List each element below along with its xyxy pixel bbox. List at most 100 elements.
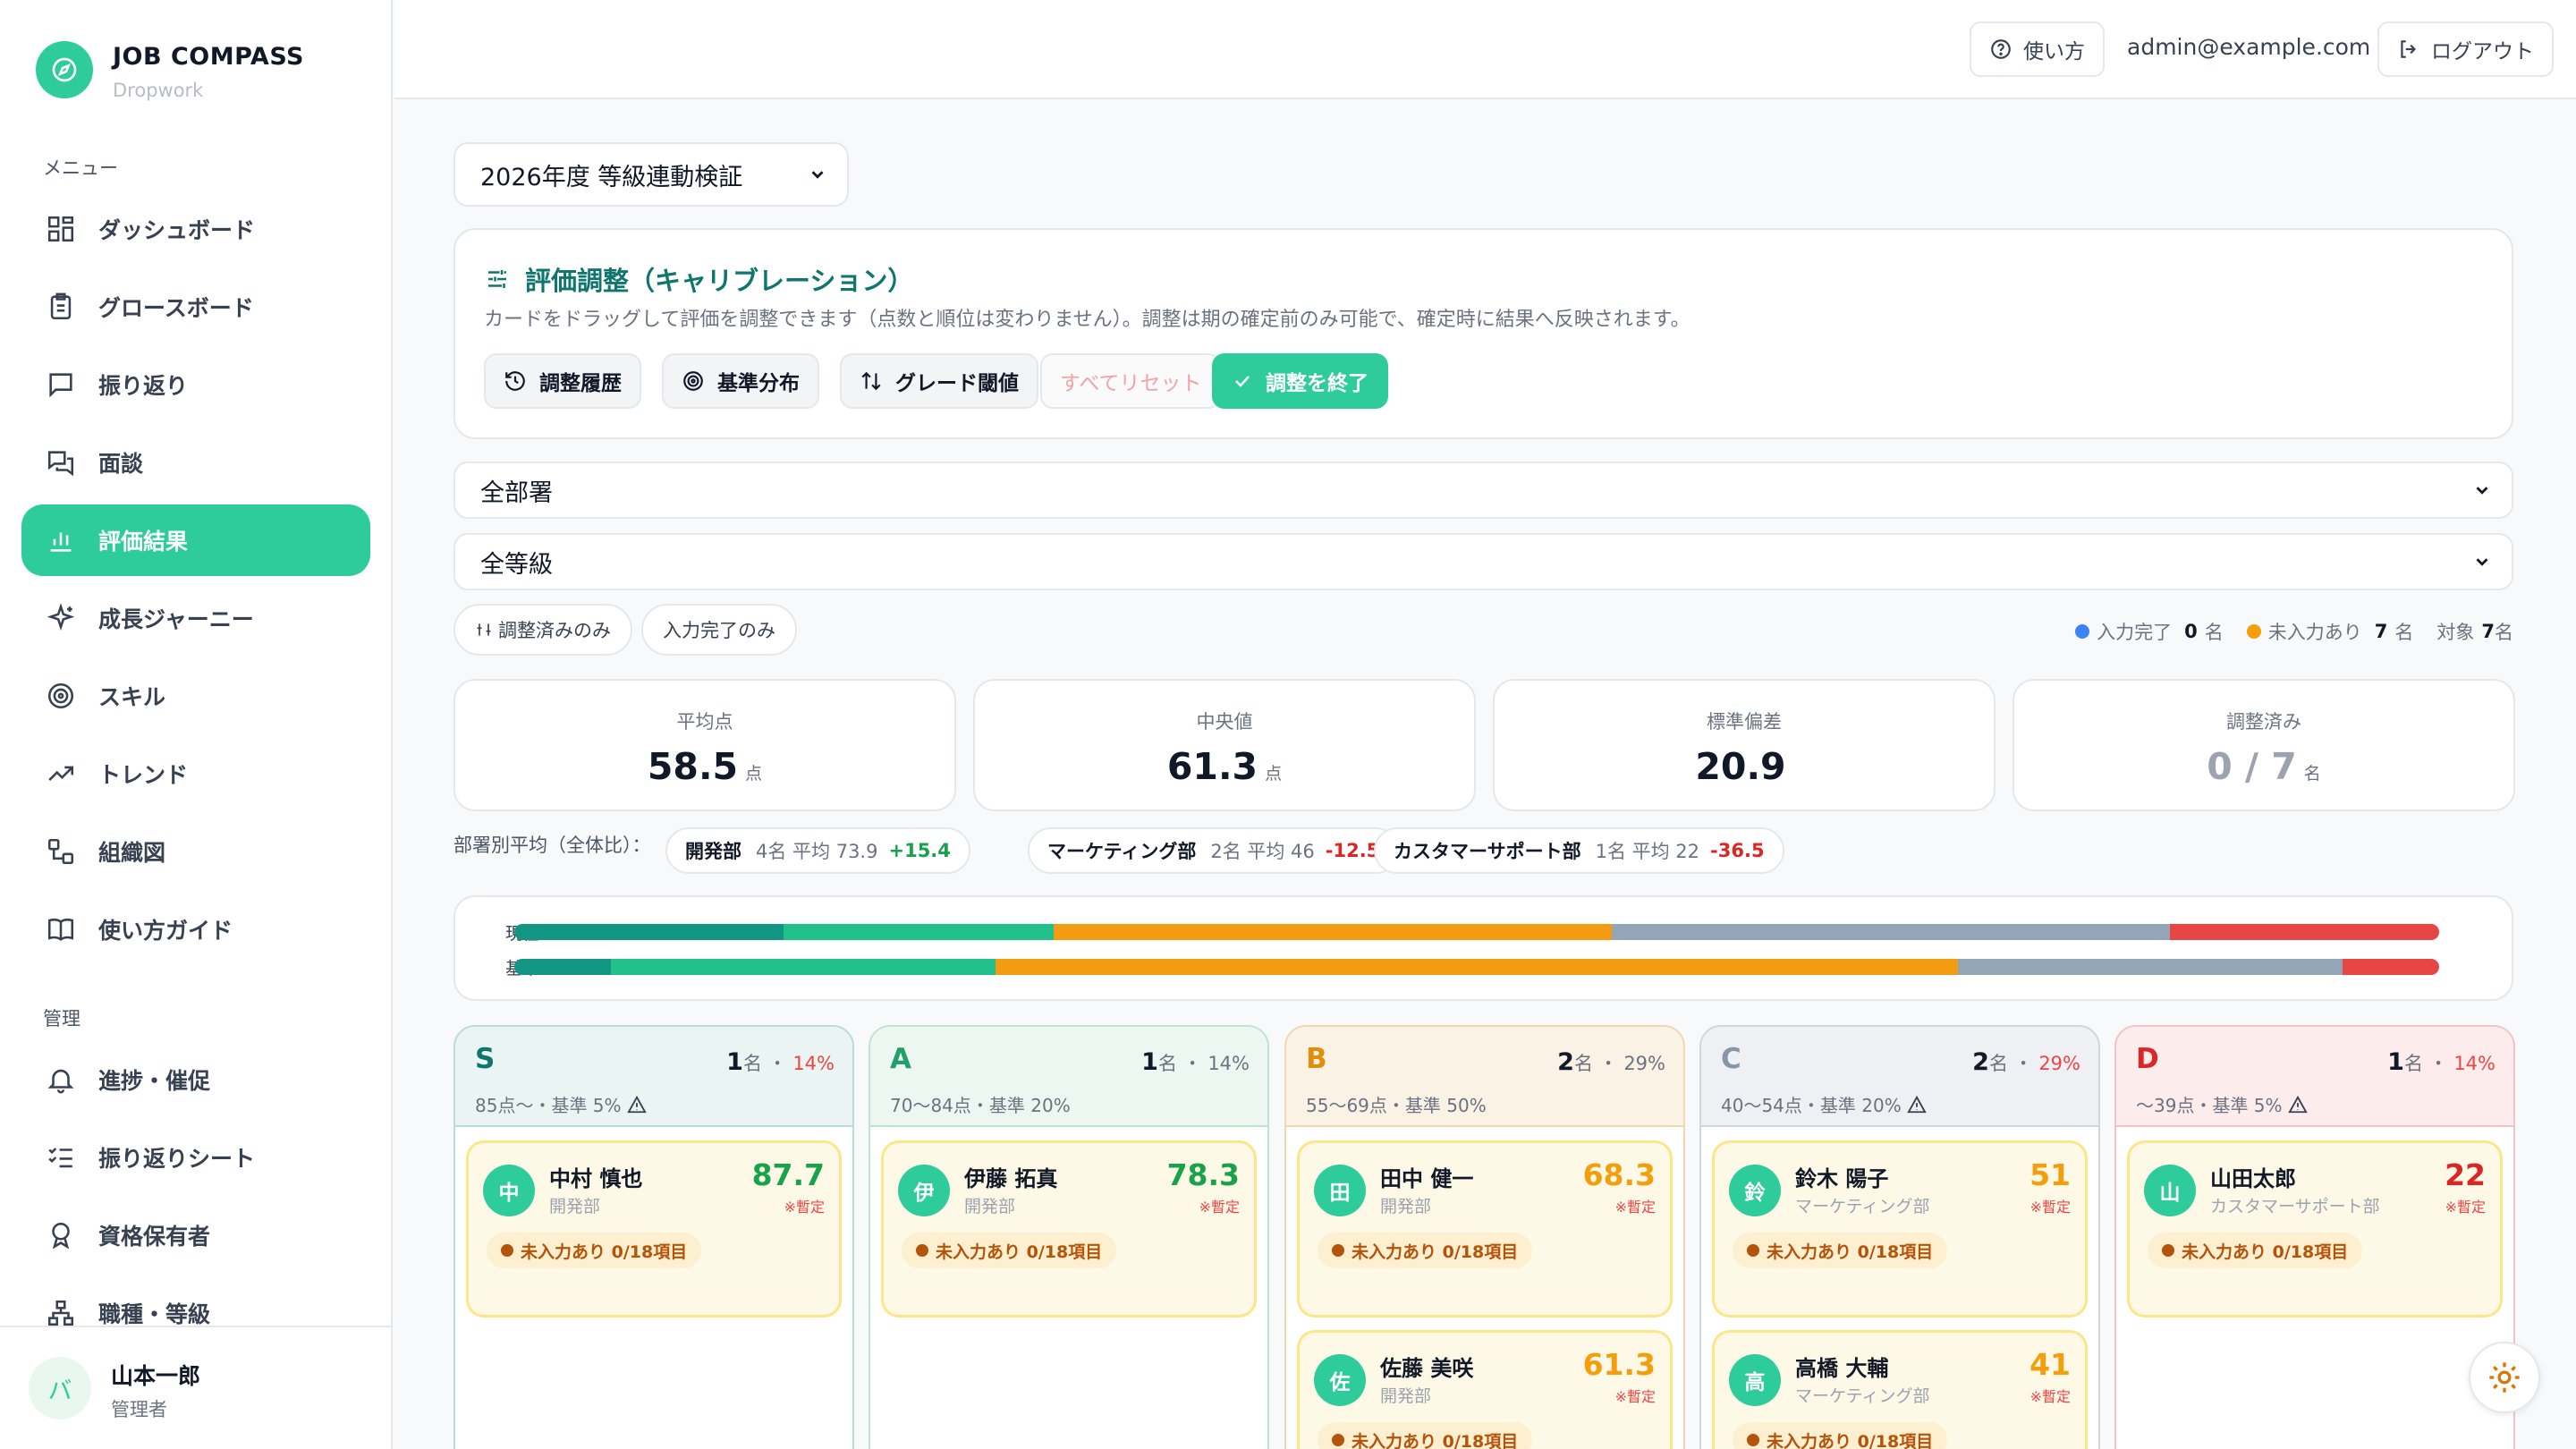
distribution-segment — [514, 924, 784, 940]
avatar: バ — [29, 1357, 91, 1419]
incomplete-badge: 未入力あり 0/18項目 — [487, 1233, 702, 1268]
sidebar-item-clipboard[interactable]: グロースボード — [21, 271, 370, 343]
adjusted-only-toggle[interactable]: 調整済みのみ — [453, 604, 632, 656]
complete-only-toggle[interactable]: 入力完了のみ — [641, 604, 797, 656]
stat-value: 20.9 — [1495, 745, 1994, 788]
threshold-button[interactable]: グレード閾値 — [840, 353, 1038, 409]
bell-icon — [43, 1062, 79, 1097]
employee-avatar: 鈴 — [1729, 1165, 1781, 1216]
finish-adjustment-button[interactable]: 調整を終了 — [1212, 353, 1388, 409]
employee-dept: 開発部 — [1380, 1197, 1432, 1216]
stat-value: 0 / 7 名 — [2014, 745, 2513, 788]
user-name: 山本一郎 — [111, 1363, 201, 1389]
user-role: 管理者 — [111, 1399, 167, 1420]
grade-count-unit: 名 — [1988, 1053, 2008, 1074]
sidebar-item-message[interactable]: 振り返り — [21, 349, 370, 420]
employee-card[interactable]: 中 中村 慎也 開発部 87.7 ※暫定 未入力あり 0/18項目 — [466, 1140, 842, 1318]
sidebar-item-org[interactable]: 組織図 — [21, 816, 370, 887]
sidebar-item-chat[interactable]: 面談 — [21, 427, 370, 498]
status-dot — [916, 1244, 928, 1257]
checklist-icon — [43, 1140, 79, 1175]
brand[interactable]: JOB COMPASS Dropwork — [36, 41, 304, 101]
employee-card[interactable]: 伊 伊藤 拓真 開発部 78.3 ※暫定 未入力あり 0/18項目 — [881, 1140, 1257, 1318]
employee-score: 87.7 — [751, 1157, 825, 1192]
brand-subtitle: Dropwork — [113, 80, 204, 101]
sidebar-item-label: 職種・等級 — [98, 1301, 211, 1327]
bar-chart-icon — [43, 522, 79, 558]
employee-card[interactable]: 佐 佐藤 美咲 開発部 61.3 ※暫定 未入力あり 0/18項目 — [1297, 1330, 1673, 1449]
grade-column-a[interactable]: A 1名 ・ 14% 70〜84点・基準 20% 伊 伊藤 拓真 開発部 78.… — [869, 1025, 1269, 1449]
grade-filter[interactable]: 全等級 — [453, 533, 2513, 590]
sidebar-item-target[interactable]: スキル — [21, 660, 370, 732]
grade-percent: 14% — [792, 1053, 835, 1074]
period-select[interactable]: 2026年度 等級連動検証 — [453, 142, 849, 207]
employee-card[interactable]: 高 高橋 大輔 マーケティング部 41 ※暫定 未入力あり 0/18項目 — [1712, 1330, 2088, 1449]
status-dot — [2162, 1244, 2174, 1257]
employee-score: 51 — [2029, 1157, 2071, 1192]
trend-icon — [43, 756, 79, 792]
logout-button[interactable]: ログアウト — [2377, 21, 2554, 77]
complete-dot — [2075, 624, 2090, 639]
stat-unit: 点 — [1265, 764, 1283, 784]
status-dot — [1747, 1244, 1759, 1257]
employee-card[interactable]: 山 山田太郎 カスタマーサポート部 22 ※暫定 未入力あり 0/18項目 — [2127, 1140, 2503, 1318]
message-icon — [43, 367, 79, 402]
grade-column-s[interactable]: S 1名 ・ 14% 85点〜・基準 5% 中 中村 慎也 開発部 87.7 ※… — [453, 1025, 854, 1449]
legend-unit: 名 — [2495, 622, 2513, 643]
grade-column-d[interactable]: D 1名 ・ 14% 〜39点・基準 5% 山 山田太郎 カスタマーサポート部 … — [2114, 1025, 2515, 1449]
employee-score: 68.3 — [1582, 1157, 1656, 1192]
award-icon — [43, 1217, 79, 1253]
sidebar-item-dashboard[interactable]: ダッシュボード — [21, 193, 370, 265]
threshold-button-label: グレード閾値 — [895, 372, 1019, 395]
distribution-segment — [995, 959, 1958, 975]
employee-dept: 開発部 — [964, 1197, 1016, 1216]
settings-fab[interactable] — [2469, 1342, 2540, 1413]
sidebar-item-award[interactable]: 資格保有者 — [21, 1199, 370, 1271]
employee-card[interactable]: 田 田中 健一 開発部 68.3 ※暫定 未入力あり 0/18項目 — [1297, 1140, 1673, 1318]
distribution-segment — [514, 959, 611, 975]
grade-letter: B — [1306, 1043, 1327, 1075]
stat-number: 58.5 — [647, 745, 739, 788]
reset-all-button[interactable]: すべてリセット — [1040, 353, 1222, 409]
tentative-note: ※暫定 — [1199, 1199, 1240, 1216]
history-button[interactable]: 調整履歴 — [484, 353, 641, 409]
sidebar-item-bell[interactable]: 進捗・催促 — [21, 1044, 370, 1115]
grade-count-number: 1 — [726, 1048, 743, 1076]
distribution-segment — [784, 924, 1054, 940]
grade-percent: 14% — [2453, 1053, 2496, 1074]
incomplete-badge-label: 未入力あり 0/18項目 — [2182, 1241, 2349, 1262]
dept-name: カスタマーサポート部 — [1394, 841, 1581, 862]
sidebar-item-trend[interactable]: トレンド — [21, 738, 370, 809]
sidebar-item-book[interactable]: 使い方ガイド — [21, 894, 370, 965]
calibration-title-text: 評価調整（キャリブレーション） — [525, 266, 914, 296]
main-content: 2026年度 等級連動検証 評価調整（キャリブレーション） カードをドラッグして… — [394, 99, 2576, 1449]
sidebar-item-bar-chart[interactable]: 評価結果 — [21, 504, 370, 576]
user-panel[interactable]: バ 山本一郎 管理者 — [0, 1326, 391, 1449]
grade-column-header: S 1名 ・ 14% 85点〜・基準 5% — [455, 1027, 852, 1127]
sidebar-item-sparkle[interactable]: 成長ジャーニー — [21, 582, 370, 654]
baseline-button[interactable]: 基準分布 — [662, 353, 819, 409]
dept-average-chip: カスタマーサポート部 1名 平均 22 -36.5 — [1374, 827, 1784, 874]
help-button[interactable]: 使い方 — [1970, 21, 2105, 77]
grade-column-b[interactable]: B 2名 ・ 29% 55〜69点・基準 50% 田 田中 健一 開発部 68.… — [1284, 1025, 1685, 1449]
grade-column-c[interactable]: C 2名 ・ 29% 40〜54点・基準 20% 鈴 鈴木 陽子 マーケティング… — [1699, 1025, 2100, 1449]
sidebar-item-label: トレンド — [98, 762, 189, 788]
grade-count-unit: 名 — [1157, 1053, 1177, 1074]
target-icon — [43, 678, 79, 714]
grade-range-text: 〜39点・基準 5% — [2136, 1095, 2283, 1116]
help-icon — [1991, 39, 2011, 59]
status-legend: 入力完了 0 名 未入力あり 7 名 対象 7 名 — [2075, 618, 2513, 645]
incomplete-badge: 未入力あり 0/18項目 — [902, 1233, 1117, 1268]
dept-name: 開発部 — [685, 841, 741, 862]
clipboard-icon — [43, 289, 79, 325]
grade-count-unit: 名 — [742, 1053, 762, 1074]
stat-card: 標準偏差 20.9 — [1493, 679, 1996, 811]
sidebar-item-checklist[interactable]: 振り返りシート — [21, 1122, 370, 1193]
department-filter[interactable]: 全部署 — [453, 462, 2513, 519]
stat-card: 調整済み 0 / 7 名 — [2012, 679, 2515, 811]
grade-count-number: 2 — [1972, 1048, 1989, 1076]
tentative-note: ※暫定 — [2445, 1199, 2486, 1216]
employee-card[interactable]: 鈴 鈴木 陽子 マーケティング部 51 ※暫定 未入力あり 0/18項目 — [1712, 1140, 2088, 1318]
sidebar-item-label: 進捗・催促 — [98, 1068, 211, 1094]
stat-number: 0 / 7 — [2207, 745, 2297, 788]
